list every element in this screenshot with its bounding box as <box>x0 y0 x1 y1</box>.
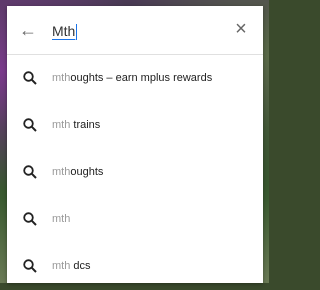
search-input[interactable]: Mth <box>52 21 78 41</box>
suggestion-item[interactable]: mthoughts <box>7 149 263 196</box>
search-suggestions-panel: ← Mth × mthoughts – earn mplus rewards m… <box>7 6 263 283</box>
suggestion-completion-text: dcs <box>70 260 91 272</box>
suggestion-label: mthoughts <box>52 164 103 180</box>
suggestion-typed-text: mth <box>52 260 71 272</box>
suggestion-label: mthoughts – earn mplus rewards <box>52 70 212 86</box>
back-button[interactable]: ← <box>19 20 39 40</box>
suggestion-label: mth trains <box>52 117 100 133</box>
suggestion-typed-text: mth <box>52 119 71 131</box>
text-cursor <box>76 24 78 41</box>
search-bar: ← Mth × <box>7 6 263 55</box>
suggestion-completion-text: trains <box>70 119 101 131</box>
suggestion-completion-text: oughts <box>70 166 104 178</box>
suggestion-label: mth dcs <box>52 258 91 274</box>
clear-button[interactable]: × <box>231 19 251 39</box>
search-icon <box>23 165 37 179</box>
suggestion-list: mthoughts – earn mplus rewards mth train… <box>7 55 263 290</box>
search-icon <box>23 118 37 132</box>
suggestion-typed-text: mth <box>52 166 71 178</box>
search-query: Mth <box>52 23 76 39</box>
search-icon <box>23 71 37 85</box>
arrow-back-icon: ← <box>19 20 37 40</box>
suggestion-typed-text: mth <box>52 72 71 84</box>
suggestion-label: mth <box>52 211 70 227</box>
search-icon <box>23 259 37 273</box>
close-icon: × <box>235 18 247 40</box>
suggestion-completion-text: oughts – earn mplus rewards <box>70 72 213 84</box>
search-icon <box>23 212 37 226</box>
suggestion-typed-text: mth <box>52 213 71 225</box>
suggestion-item[interactable]: mth trains <box>7 102 263 149</box>
suggestion-item[interactable]: mth <box>7 196 263 243</box>
suggestion-item[interactable]: mthoughts – earn mplus rewards <box>7 55 263 102</box>
